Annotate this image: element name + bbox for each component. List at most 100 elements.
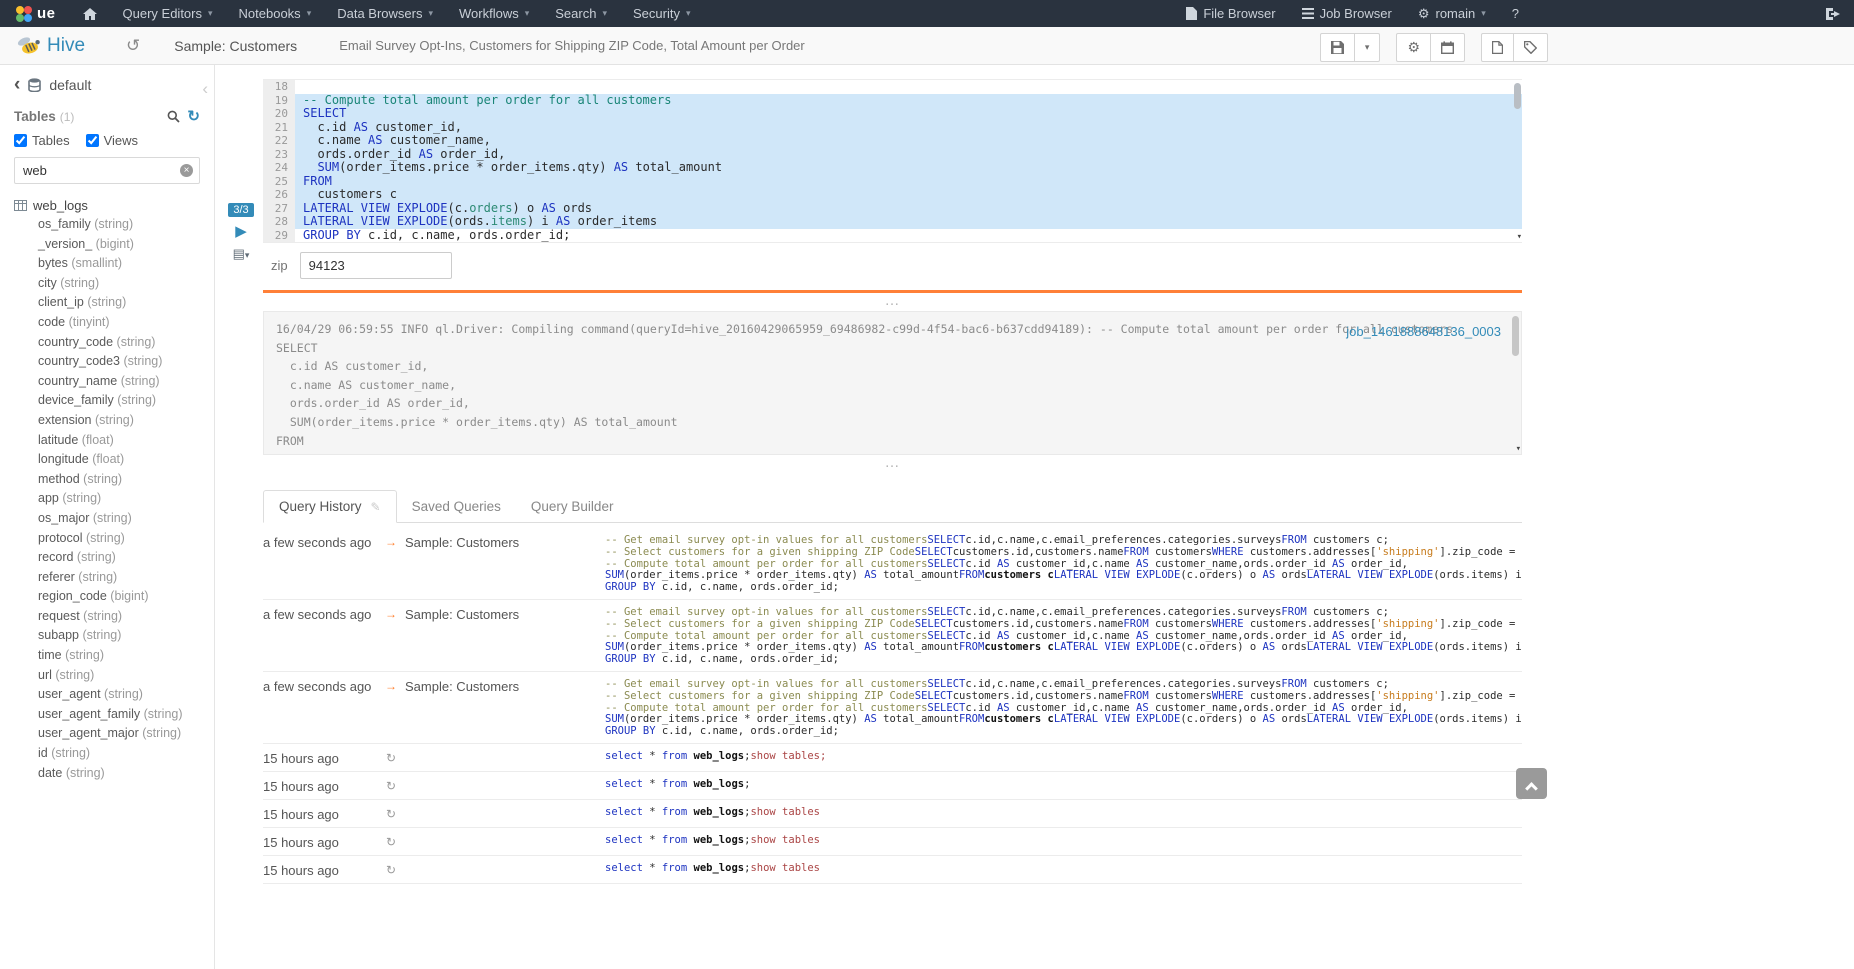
editor-scrollbar[interactable] bbox=[1513, 81, 1521, 237]
code-line[interactable]: 18 bbox=[263, 80, 1522, 94]
editor-options-dropdown[interactable]: ▤▾ bbox=[233, 246, 250, 262]
history-query-text[interactable]: select * from web_logs;show tables bbox=[605, 835, 1522, 847]
history-query-text[interactable]: select * from web_logs; bbox=[605, 779, 1522, 791]
nav-menu-notebooks[interactable]: Notebooks▾ bbox=[226, 0, 325, 27]
history-query-text[interactable]: select * from web_logs;show tables bbox=[605, 863, 1522, 875]
column-item[interactable]: date (string) bbox=[14, 764, 200, 784]
history-query-text[interactable]: -- Get email survey opt-in values for al… bbox=[605, 535, 1522, 594]
column-item[interactable]: longitude (float) bbox=[14, 450, 200, 470]
history-row[interactable]: 15 hours ago↻select * from web_logs;show… bbox=[263, 828, 1522, 856]
search-icon[interactable] bbox=[167, 110, 180, 123]
log-scrollbar[interactable] bbox=[1511, 314, 1519, 449]
tab-query-history[interactable]: Query History ✎ bbox=[263, 490, 397, 523]
nav-menu-search[interactable]: Search▾ bbox=[542, 0, 620, 27]
code-line[interactable]: 22 c.name AS customer_name, bbox=[263, 134, 1522, 148]
refresh-icon[interactable]: ↻ bbox=[187, 109, 200, 124]
tables-checkbox[interactable] bbox=[14, 134, 27, 147]
column-item[interactable]: subapp (string) bbox=[14, 626, 200, 646]
history-row[interactable]: 15 hours ago↻select * from web_logs;show… bbox=[263, 744, 1522, 772]
column-item[interactable]: referer (string) bbox=[14, 568, 200, 588]
column-item[interactable]: device_family (string) bbox=[14, 391, 200, 411]
column-item[interactable]: app (string) bbox=[14, 489, 200, 509]
back-chevron-icon[interactable]: ‹ bbox=[14, 79, 20, 91]
history-row[interactable]: 15 hours ago↻select * from web_logs; bbox=[263, 772, 1522, 800]
nav-menu-security[interactable]: Security▾ bbox=[620, 0, 704, 27]
resize-handle[interactable]: … bbox=[263, 296, 1522, 309]
column-item[interactable]: user_agent (string) bbox=[14, 685, 200, 705]
history-query-text[interactable]: -- Get email survey opt-in values for al… bbox=[605, 607, 1522, 666]
history-row[interactable]: a few seconds ago→Sample: Customers-- Ge… bbox=[263, 600, 1522, 672]
column-item[interactable]: latitude (float) bbox=[14, 431, 200, 451]
code-line[interactable]: 19-- Compute total amount per order for … bbox=[263, 94, 1522, 108]
resize-handle[interactable]: … bbox=[263, 458, 1522, 471]
collapse-sidebar-icon[interactable]: ‹ bbox=[202, 79, 208, 99]
code-line[interactable]: 24 SUM(order_items.price * order_items.q… bbox=[263, 161, 1522, 175]
query-title[interactable]: Sample: Customers bbox=[174, 38, 297, 54]
sign-out-button[interactable] bbox=[1812, 0, 1854, 27]
database-name[interactable]: default bbox=[49, 77, 91, 93]
file-browser-link[interactable]: File Browser bbox=[1173, 0, 1288, 27]
settings-button[interactable]: ⚙ bbox=[1397, 34, 1431, 61]
tab-query-builder[interactable]: Query Builder bbox=[516, 491, 629, 522]
column-item[interactable]: extension (string) bbox=[14, 411, 200, 431]
tags-button[interactable] bbox=[1514, 34, 1547, 61]
execute-button[interactable]: ▶ bbox=[235, 224, 247, 239]
nav-menu-data-browsers[interactable]: Data Browsers▾ bbox=[324, 0, 446, 27]
scroll-down-icon[interactable]: ▾ bbox=[1516, 445, 1521, 454]
code-line[interactable]: 25FROM bbox=[263, 175, 1522, 189]
history-row[interactable]: 15 hours ago↻select * from web_logs;show… bbox=[263, 800, 1522, 828]
query-history-toggle-icon[interactable]: ↺ bbox=[126, 37, 140, 54]
column-item[interactable]: user_agent_major (string) bbox=[14, 724, 200, 744]
home-button[interactable] bbox=[70, 0, 110, 27]
scroll-to-top-button[interactable] bbox=[1516, 768, 1547, 799]
views-checkbox[interactable] bbox=[86, 134, 99, 147]
column-item[interactable]: id (string) bbox=[14, 744, 200, 764]
column-item[interactable]: record (string) bbox=[14, 548, 200, 568]
column-item[interactable]: code (tinyint) bbox=[14, 313, 200, 333]
hive-app-link[interactable]: Hive bbox=[16, 35, 126, 57]
help-button[interactable]: ? bbox=[1499, 0, 1532, 27]
nav-menu-query-editors[interactable]: Query Editors▾ bbox=[110, 0, 226, 27]
history-query-text[interactable]: -- Get email survey opt-in values for al… bbox=[605, 679, 1522, 738]
column-item[interactable]: os_major (string) bbox=[14, 509, 200, 529]
column-item[interactable]: city (string) bbox=[14, 274, 200, 294]
job-browser-link[interactable]: Job Browser bbox=[1289, 0, 1405, 27]
sql-editor[interactable]: 1819-- Compute total amount per order fo… bbox=[263, 79, 1522, 243]
column-item[interactable]: time (string) bbox=[14, 646, 200, 666]
column-item[interactable]: client_ip (string) bbox=[14, 293, 200, 313]
table-search-input[interactable] bbox=[14, 157, 200, 184]
scrollbar-thumb[interactable] bbox=[1514, 83, 1521, 109]
scroll-down-icon[interactable]: ▾ bbox=[1517, 233, 1522, 242]
schedule-button[interactable] bbox=[1431, 34, 1464, 61]
tab-saved-queries[interactable]: Saved Queries bbox=[397, 491, 516, 522]
variable-zip-input[interactable] bbox=[300, 252, 452, 279]
history-query-text[interactable]: select * from web_logs;show tables; bbox=[605, 751, 1522, 763]
hue-logo[interactable]: ue bbox=[0, 0, 70, 27]
user-menu[interactable]: ⚙ romain ▾ bbox=[1405, 0, 1499, 27]
column-item[interactable]: url (string) bbox=[14, 666, 200, 686]
scrollbar-thumb[interactable] bbox=[1512, 316, 1519, 356]
column-item[interactable]: protocol (string) bbox=[14, 529, 200, 549]
history-query-text[interactable]: select * from web_logs;show tables bbox=[605, 807, 1522, 819]
clear-search-icon[interactable]: × bbox=[180, 164, 193, 177]
nav-menu-workflows[interactable]: Workflows▾ bbox=[446, 0, 542, 27]
code-line[interactable]: 23 ords.order_id AS order_id, bbox=[263, 148, 1522, 162]
job-link[interactable]: job_1461888648136_0003 bbox=[1346, 324, 1501, 339]
column-item[interactable]: request (string) bbox=[14, 607, 200, 627]
column-item[interactable]: _version_ (bigint) bbox=[14, 235, 200, 255]
code-line[interactable]: 29GROUP BY c.id, c.name, ords.order_id; bbox=[263, 229, 1522, 243]
table-item-web-logs[interactable]: web_logs bbox=[14, 198, 200, 213]
column-item[interactable]: os_family (string) bbox=[14, 215, 200, 235]
column-item[interactable]: country_code3 (string) bbox=[14, 352, 200, 372]
save-dropdown-button[interactable]: ▾ bbox=[1355, 34, 1380, 61]
code-line[interactable]: 21 c.id AS customer_id, bbox=[263, 121, 1522, 135]
code-line[interactable]: 28LATERAL VIEW EXPLODE(ords.items) i AS … bbox=[263, 215, 1522, 229]
column-item[interactable]: user_agent_family (string) bbox=[14, 705, 200, 725]
history-row[interactable]: 15 hours ago↻select * from web_logs;show… bbox=[263, 856, 1522, 884]
column-item[interactable]: country_code (string) bbox=[14, 333, 200, 353]
history-row[interactable]: a few seconds ago→Sample: Customers-- Ge… bbox=[263, 672, 1522, 744]
code-line[interactable]: 26 customers c bbox=[263, 188, 1522, 202]
column-item[interactable]: method (string) bbox=[14, 470, 200, 490]
code-line[interactable]: 27LATERAL VIEW EXPLODE(c.orders) o AS or… bbox=[263, 202, 1522, 216]
save-button[interactable] bbox=[1321, 34, 1355, 61]
